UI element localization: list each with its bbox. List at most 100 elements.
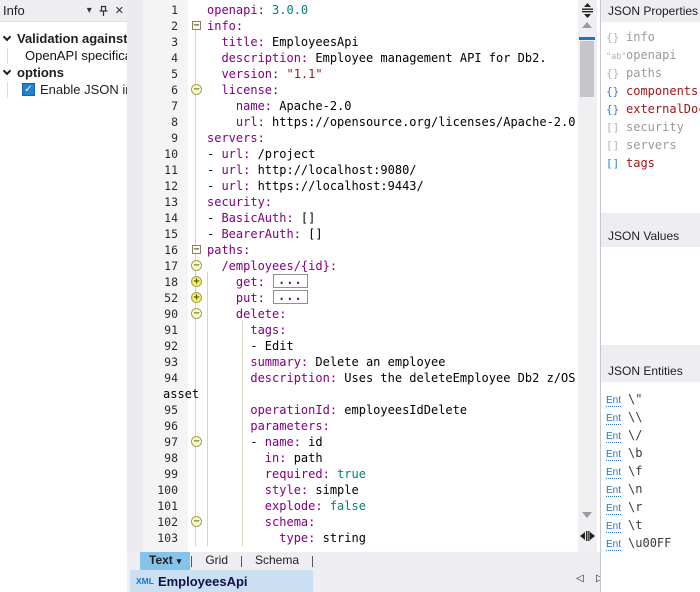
json-property-item[interactable]: {}externalDocs <box>601 100 700 118</box>
code-line[interactable]: 103 type: string <box>143 530 578 546</box>
code-line[interactable]: 15- BearerAuth: [] <box>143 226 578 242</box>
tab-employeesapi[interactable]: XML EmployeesApi <box>130 570 313 592</box>
collapsed-region-ellipsis[interactable]: ... <box>273 274 308 288</box>
code-text: get: ... <box>207 274 578 290</box>
intellisense-checkbox[interactable]: ✓ <box>22 83 35 96</box>
document-tab-bar: XML EmployeesApi ◁ ▷ <box>127 570 615 592</box>
split-editor-grip-icon[interactable] <box>579 1 596 19</box>
fold-expand-icon[interactable]: + <box>191 292 202 303</box>
scrollbar-thumb[interactable] <box>580 41 594 97</box>
code-line[interactable]: 1openapi: 3.0.0 <box>143 2 578 18</box>
json-entity-item[interactable]: Ent\n <box>601 480 700 498</box>
fold-collapse-icon[interactable]: − <box>192 21 201 30</box>
code-line[interactable]: 92 - Edit <box>143 338 578 354</box>
json-entity-item[interactable]: Ent\f <box>601 462 700 480</box>
json-property-item[interactable]: {}paths <box>601 64 700 82</box>
pin-icon[interactable] <box>98 5 109 17</box>
tree-group-options[interactable]: options <box>2 64 127 81</box>
code-text: url: https://opensource.org/licenses/Apa… <box>207 114 578 130</box>
tab-schema[interactable]: Schema <box>243 552 311 570</box>
panel-splitter[interactable] <box>127 0 143 552</box>
code-line[interactable]: 93 summary: Delete an employee <box>143 354 578 370</box>
tree-item-openapi-spec[interactable]: OpenAPI specification <box>2 47 127 64</box>
code-line[interactable]: 7 name: Apache-2.0 <box>143 98 578 114</box>
collapsed-region-ellipsis[interactable]: ... <box>273 290 308 304</box>
tree-group-validation[interactable]: Validation against <box>2 30 127 47</box>
chevron-down-icon[interactable] <box>3 67 11 75</box>
json-property-item[interactable]: {}info <box>601 28 700 46</box>
scroll-down-arrow[interactable] <box>582 512 592 518</box>
fold-margin <box>188 130 207 146</box>
json-entity-item[interactable]: Ent\r <box>601 498 700 516</box>
line-number: 1 <box>143 2 188 18</box>
code-line[interactable]: 100 style: simple <box>143 482 578 498</box>
json-entity-item[interactable]: Ent\u00FF <box>601 534 700 552</box>
code-line[interactable]: 11- url: http://localhost:9080/ <box>143 162 578 178</box>
code-line[interactable]: 3 title: EmployeesApi <box>143 34 578 50</box>
code-line[interactable]: 10- url: /project <box>143 146 578 162</box>
fold-collapse-icon[interactable]: − <box>191 84 202 95</box>
json-property-item[interactable]: {}components <box>601 82 700 100</box>
code-line[interactable]: 101 explode: false <box>143 498 578 514</box>
json-property-item[interactable]: "ab"openapi <box>601 46 700 64</box>
json-property-item[interactable]: []security <box>601 118 700 136</box>
tab-grid[interactable]: Grid <box>193 552 240 570</box>
json-entity-item[interactable]: Ent\t <box>601 516 700 534</box>
code-line[interactable]: 14- BasicAuth: [] <box>143 210 578 226</box>
code-line[interactable]: 2−info: <box>143 18 578 34</box>
fold-margin <box>188 194 207 210</box>
code-line[interactable]: asset <box>143 386 578 402</box>
view-mode-tabs: Text▾ Grid Schema <box>127 552 615 570</box>
fold-collapse-icon[interactable]: − <box>191 436 202 447</box>
code-line[interactable]: 8 url: https://opensource.org/licenses/A… <box>143 114 578 130</box>
code-editor[interactable]: 1openapi: 3.0.02−info:3 title: Employees… <box>143 0 597 552</box>
line-number: 3 <box>143 34 188 50</box>
tab-scroll-back-icon[interactable]: ◁ <box>576 573 584 584</box>
code-line[interactable]: 17− /employees/{id}: <box>143 258 578 274</box>
editor-vertical-scrollbar[interactable] <box>578 0 597 552</box>
json-helper-panel: JSON Properties {}info"ab"openapi{}paths… <box>600 0 700 592</box>
property-type-icon: [] <box>606 119 626 136</box>
close-icon[interactable]: ✕ <box>115 6 124 16</box>
code-line[interactable]: 9servers: <box>143 130 578 146</box>
code-line[interactable]: 90− delete: <box>143 306 578 322</box>
json-entity-item[interactable]: Ent\/ <box>601 426 700 444</box>
fold-collapse-icon[interactable]: − <box>192 245 201 254</box>
json-entity-item[interactable]: Ent\\ <box>601 408 700 426</box>
code-line[interactable]: 99 required: true <box>143 466 578 482</box>
tab-divider <box>191 556 192 567</box>
code-line[interactable]: 12- url: https://localhost:9443/ <box>143 178 578 194</box>
code-line[interactable]: 5 version: "1.1" <box>143 66 578 82</box>
fold-margin: − <box>188 82 207 98</box>
code-line[interactable]: 13security: <box>143 194 578 210</box>
tree-group-label: Validation against <box>17 30 127 47</box>
json-entity-item[interactable]: Ent\b <box>601 444 700 462</box>
code-text: - BearerAuth: [] <box>207 226 578 242</box>
json-values-header: JSON Values <box>601 225 700 247</box>
json-property-item[interactable]: []tags <box>601 154 700 172</box>
json-entity-item[interactable]: Ent\" <box>601 390 700 408</box>
line-number: 2 <box>143 18 188 34</box>
code-line[interactable]: 102− schema: <box>143 514 578 530</box>
horizontal-split-grip-icon[interactable] <box>579 528 596 544</box>
panel-menu-icon[interactable]: ▾ <box>87 6 92 16</box>
code-line[interactable]: 16−paths: <box>143 242 578 258</box>
code-line[interactable]: 98 in: path <box>143 450 578 466</box>
code-line[interactable]: 95 operationId: employeesIdDelete <box>143 402 578 418</box>
code-line[interactable]: 4 description: Employee management API f… <box>143 50 578 66</box>
fold-collapse-icon[interactable]: − <box>191 260 202 271</box>
code-line[interactable]: 6− license: <box>143 82 578 98</box>
code-line[interactable]: 52+ put: ... <box>143 290 578 306</box>
code-line[interactable]: 97− - name: id <box>143 434 578 450</box>
fold-collapse-icon[interactable]: − <box>191 308 202 319</box>
json-property-item[interactable]: []servers <box>601 136 700 154</box>
code-line[interactable]: 18+ get: ... <box>143 274 578 290</box>
code-line[interactable]: 94 description: Uses the deleteEmployee … <box>143 370 578 386</box>
chevron-down-icon[interactable] <box>3 33 11 41</box>
tab-text[interactable]: Text▾ <box>140 552 190 570</box>
fold-expand-icon[interactable]: + <box>191 276 202 287</box>
code-line[interactable]: 96 parameters: <box>143 418 578 434</box>
code-line[interactable]: 91 tags: <box>143 322 578 338</box>
fold-collapse-icon[interactable]: − <box>191 516 202 527</box>
scroll-up-arrow[interactable] <box>582 22 592 28</box>
